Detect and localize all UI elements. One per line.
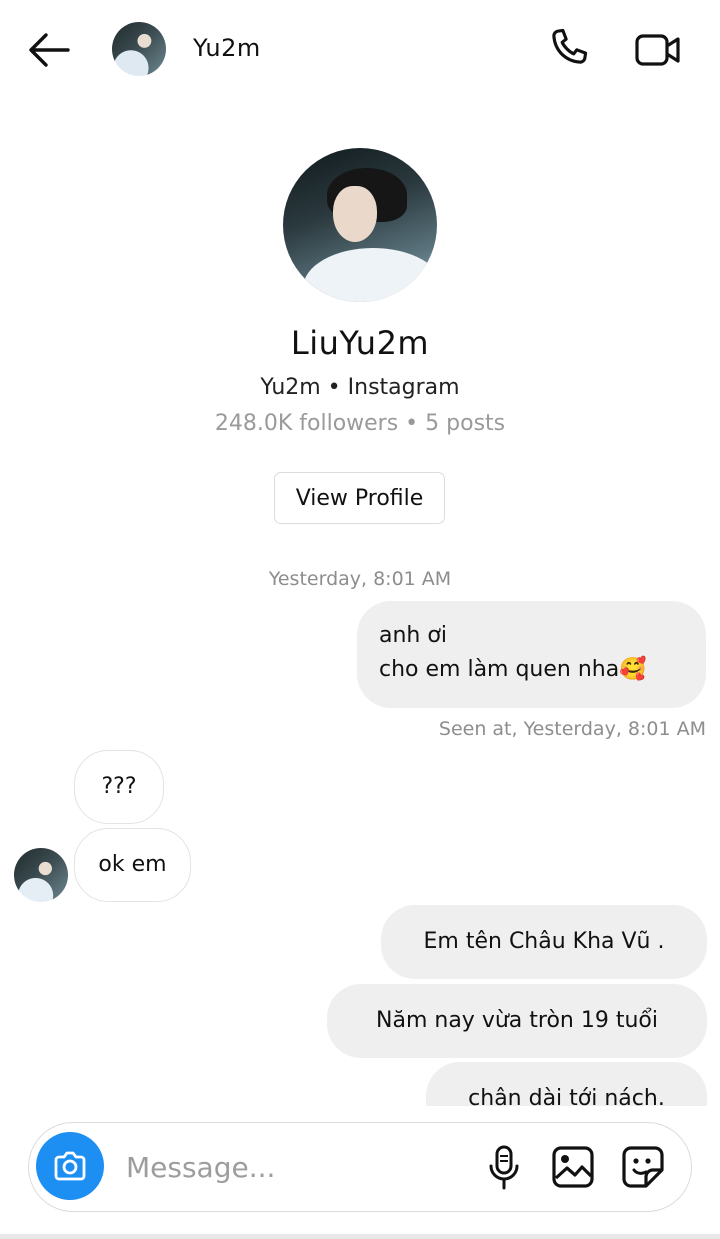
seen-status: Seen at, Yesterday, 8:01 AM bbox=[438, 718, 706, 740]
bottom-divider bbox=[0, 1234, 720, 1239]
message-bubble-outgoing[interactable]: Em tên Châu Kha Vũ . bbox=[381, 905, 707, 979]
profile-stats: 248.0K followers • 5 posts bbox=[214, 411, 506, 436]
dm-thread-screen: Yu2m LiuYu2m Yu2m • Instagram 248.0K fol… bbox=[0, 0, 720, 1239]
message-input[interactable] bbox=[126, 1140, 466, 1194]
message-text: cho em làm quen nha🥰 bbox=[379, 657, 647, 682]
message-bubble-outgoing[interactable]: Năm nay vừa tròn 19 tuổi bbox=[327, 984, 707, 1058]
sticker-icon[interactable] bbox=[620, 1144, 666, 1190]
phone-icon[interactable] bbox=[546, 26, 590, 70]
thread-header: Yu2m bbox=[0, 0, 720, 100]
header-avatar[interactable] bbox=[112, 22, 166, 76]
camera-icon[interactable] bbox=[36, 1132, 104, 1200]
message-bubble-outgoing[interactable]: anh ơi cho em làm quen nha🥰 bbox=[357, 601, 706, 708]
gallery-icon[interactable] bbox=[550, 1144, 596, 1190]
view-profile-button[interactable]: View Profile bbox=[274, 472, 445, 524]
message-bubble-incoming[interactable]: ok em bbox=[74, 828, 191, 902]
profile-subtitle: Yu2m • Instagram bbox=[260, 375, 460, 400]
header-username[interactable]: Yu2m bbox=[193, 34, 261, 62]
video-camera-icon[interactable] bbox=[634, 30, 682, 70]
profile-display-name: LiuYu2m bbox=[290, 324, 430, 362]
message-text: Năm nay vừa tròn 19 tuổi bbox=[376, 1008, 658, 1033]
message-text: anh ơi bbox=[379, 623, 447, 648]
message-bubble-incoming[interactable]: ??? bbox=[74, 750, 164, 824]
message-text: ??? bbox=[101, 774, 137, 799]
sender-avatar[interactable] bbox=[14, 848, 68, 902]
back-arrow-icon[interactable] bbox=[26, 30, 72, 70]
message-timestamp: Yesterday, 8:01 AM bbox=[268, 568, 452, 590]
microphone-icon[interactable] bbox=[484, 1144, 524, 1192]
message-text: Em tên Châu Kha Vũ . bbox=[423, 929, 665, 954]
profile-avatar[interactable] bbox=[283, 148, 437, 302]
message-text: ok em bbox=[98, 852, 167, 877]
